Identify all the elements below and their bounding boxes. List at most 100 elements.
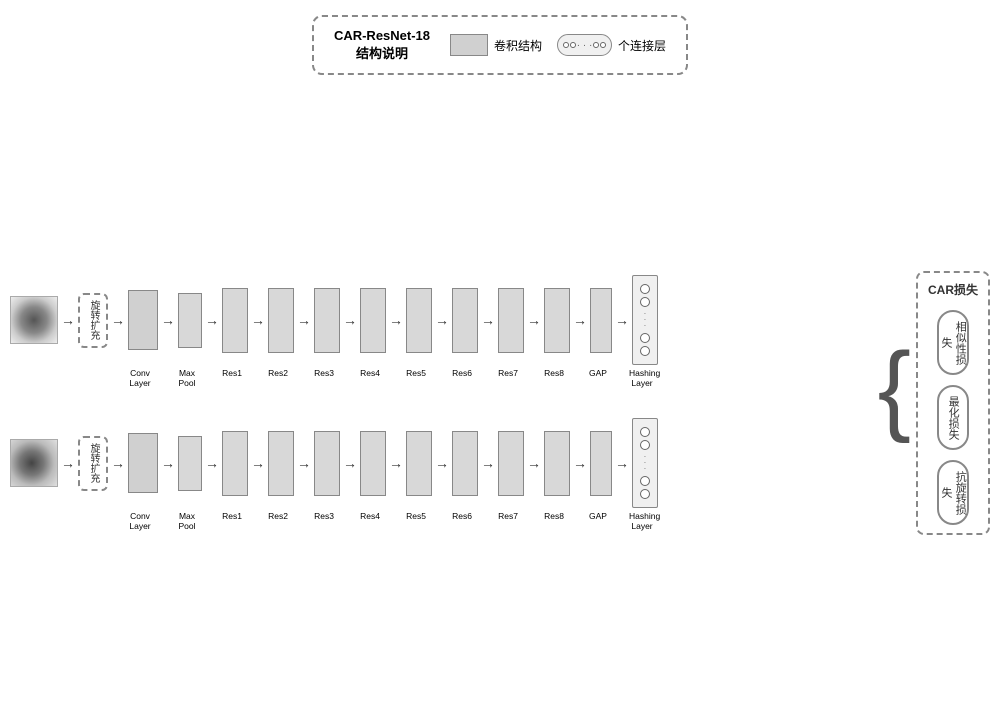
label-maxpool-2: MaxPool [175,511,199,531]
label-conv-1: ConvLayer [125,368,155,388]
input-image-1 [10,296,58,344]
label-maxpool-1: MaxPool [175,368,199,388]
res6-block-2 [452,431,478,496]
res7-block-2 [498,431,524,496]
conv-block-2 [128,433,158,493]
left-networks: → 旋转扩充 → → → → → [10,100,868,706]
legend-fc-block: · · · [557,34,612,56]
gap-block-1 [590,288,612,353]
a9: → [527,312,541,328]
label-res4-2: Res4 [357,511,383,521]
hashing-block-1: ··· [632,275,658,365]
a7: → [435,312,449,328]
a11: → [615,312,629,328]
a6: → [389,312,403,328]
res2-block-2 [268,431,294,496]
legend-fc-dot-4 [600,42,606,48]
labels-row-2: ConvLayer MaxPool Res1 Res2 Res3 Res4 Re… [10,511,868,531]
res2-block-1 [268,288,294,353]
res1-block-2 [222,431,248,496]
label-res6-1: Res6 [449,368,475,378]
blocks-row-1: → 旋转扩充 → → → → → [10,275,868,365]
label-gap-2: GAP [587,511,609,521]
right-losses: { CAR损失 相似性损失 最化损失 抗旋转损失 [878,100,990,706]
res5-block-2 [406,431,432,496]
hd1 [640,284,650,294]
labels-row-1: ConvLayer MaxPool Res1 Res2 Res3 Res4 Re… [10,368,868,388]
arrow-input-2: → [61,455,75,471]
label-res6-2: Res6 [449,511,475,521]
res8-block-1 [544,288,570,353]
label-res5-1: Res5 [403,368,429,378]
b9: → [527,455,541,471]
car-loss-box: CAR损失 相似性损失 最化损失 抗旋转损失 [916,271,990,535]
loss-rotation: 抗旋转损失 [937,460,969,525]
gap-block-2 [590,431,612,496]
hashing-block-2: ··· [632,418,658,508]
network-row-2: → 旋转扩充 → → → → → [10,418,868,531]
label-res3-1: Res3 [311,368,337,378]
legend-conv-item: 卷积结构 [450,34,542,56]
b7: → [435,455,449,471]
car-loss-title: CAR损失 [928,281,978,298]
label-res5-2: Res5 [403,511,429,521]
loss-minimize: 最化损失 [937,385,969,450]
label-res4-1: Res4 [357,368,383,378]
rotation-box-2: 旋转扩充 [78,436,108,491]
res7-block-1 [498,288,524,353]
diagram-area: → 旋转扩充 → → → → → [10,100,990,706]
a5: → [343,312,357,328]
legend-fc-item: · · · 个连接层 [557,34,666,56]
legend-fc-dot-1 [563,42,569,48]
arrow-rot-2: → [111,455,125,471]
arrow-rot-1: → [111,312,125,328]
label-res3-2: Res3 [311,511,337,521]
res1-block-1 [222,288,248,353]
rotation-box-1: 旋转扩充 [78,293,108,348]
legend-box: CAR-ResNet-18 结构说明 卷积结构 · · · 个连接层 [312,15,688,75]
label-hashing-2: HashingLayer [629,511,655,531]
label-hashing-1: HashingLayer [629,368,655,388]
hd3 [640,333,650,343]
legend-conv-block [450,34,488,56]
label-conv-2: ConvLayer [125,511,155,531]
maxpool-block-2 [178,436,202,491]
input-image-2 [10,439,58,487]
conv-block-1 [128,290,158,350]
a1: → [161,312,175,328]
hd4 [640,346,650,356]
a3: → [251,312,265,328]
label-res8-2: Res8 [541,511,567,521]
label-gap-1: GAP [587,368,609,378]
hd2-1 [640,427,650,437]
hd2-2 [640,440,650,450]
label-res7-1: Res7 [495,368,521,378]
legend-fc-dots: · · · [577,40,593,51]
b8: → [481,455,495,471]
a8: → [481,312,495,328]
res3-block-1 [314,288,340,353]
a2: → [205,312,219,328]
b1: → [161,455,175,471]
res8-block-2 [544,431,570,496]
b4: → [297,455,311,471]
a10: → [573,312,587,328]
legend-conv-label: 卷积结构 [494,37,542,54]
network-row-1: → 旋转扩充 → → → → → [10,275,868,388]
blocks-row-2: → 旋转扩充 → → → → → [10,418,868,508]
hd2 [640,297,650,307]
label-res2-2: Res2 [265,511,291,521]
hd2-3 [640,476,650,486]
legend-fc-label: 个连接层 [618,37,666,54]
hd2-4 [640,489,650,499]
a4: → [297,312,311,328]
maxpool-block-1 [178,293,202,348]
legend-fc-dot-3 [593,42,599,48]
arrow-input-1: → [61,312,75,328]
label-res8-1: Res8 [541,368,567,378]
res4-block-2 [360,431,386,496]
res5-block-1 [406,288,432,353]
label-res1-2: Res1 [219,511,245,521]
res4-block-1 [360,288,386,353]
hdots: ··· [644,311,647,330]
